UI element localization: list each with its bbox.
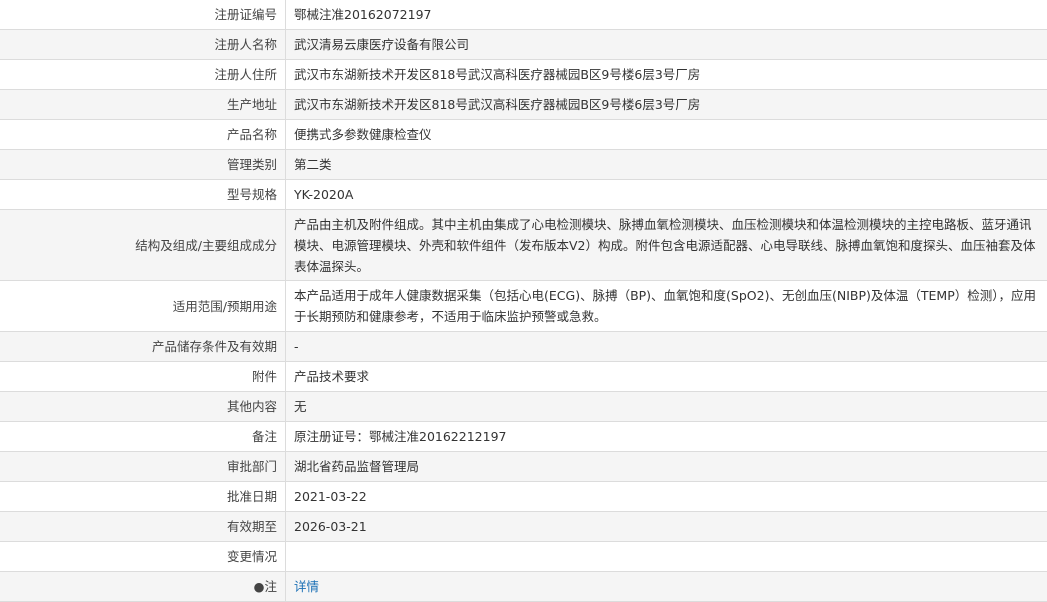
row-note: ●注 详情 <box>0 572 1047 602</box>
label-change-status: 变更情况 <box>0 542 286 572</box>
label-intended-use: 适用范围/预期用途 <box>0 281 286 332</box>
label-approval-date: 批准日期 <box>0 482 286 512</box>
value-change-status <box>286 542 1047 572</box>
label-valid-until: 有效期至 <box>0 512 286 542</box>
value-approval-department: 湖北省药品监督管理局 <box>286 452 1047 482</box>
value-remarks: 原注册证号：鄂械注准20162212197 <box>286 422 1047 452</box>
value-intended-use: 本产品适用于成年人健康数据采集（包括心电(ECG)、脉搏（BP)、血氧饱和度(S… <box>286 281 1047 332</box>
label-registrant-address: 注册人住所 <box>0 60 286 90</box>
value-approval-date: 2021-03-22 <box>286 482 1047 512</box>
label-remarks: 备注 <box>0 422 286 452</box>
value-attachment: 产品技术要求 <box>286 362 1047 392</box>
row-registrant-address: 注册人住所 武汉市东湖新技术开发区818号武汉高科医疗器械园B区9号楼6层3号厂… <box>0 60 1047 90</box>
value-management-category: 第二类 <box>286 150 1047 180</box>
row-remarks: 备注 原注册证号：鄂械注准20162212197 <box>0 422 1047 452</box>
row-management-category: 管理类别 第二类 <box>0 150 1047 180</box>
row-attachment: 附件 产品技术要求 <box>0 362 1047 392</box>
value-registration-number: 鄂械注准20162072197 <box>286 0 1047 30</box>
value-structure-composition: 产品由主机及附件组成。其中主机由集成了心电检测模块、脉搏血氧检测模块、血压检测模… <box>286 210 1047 281</box>
label-note: ●注 <box>0 572 286 602</box>
label-structure-composition: 结构及组成/主要组成成分 <box>0 210 286 281</box>
value-registrant-address: 武汉市东湖新技术开发区818号武汉高科医疗器械园B区9号楼6层3号厂房 <box>286 60 1047 90</box>
value-other-content: 无 <box>286 392 1047 422</box>
value-valid-until: 2026-03-21 <box>286 512 1047 542</box>
value-model-spec: YK-2020A <box>286 180 1047 210</box>
row-structure-composition: 结构及组成/主要组成成分 产品由主机及附件组成。其中主机由集成了心电检测模块、脉… <box>0 210 1047 281</box>
row-valid-until: 有效期至 2026-03-21 <box>0 512 1047 542</box>
value-production-address: 武汉市东湖新技术开发区818号武汉高科医疗器械园B区9号楼6层3号厂房 <box>286 90 1047 120</box>
row-model-spec: 型号规格 YK-2020A <box>0 180 1047 210</box>
row-approval-department: 审批部门 湖北省药品监督管理局 <box>0 452 1047 482</box>
label-approval-department: 审批部门 <box>0 452 286 482</box>
registration-detail-table: 注册证编号 鄂械注准20162072197 注册人名称 武汉清易云康医疗设备有限… <box>0 0 1047 602</box>
row-change-status: 变更情况 <box>0 542 1047 572</box>
value-product-name: 便携式多参数健康检查仪 <box>286 120 1047 150</box>
value-storage-validity: - <box>286 332 1047 362</box>
row-other-content: 其他内容 无 <box>0 392 1047 422</box>
row-production-address: 生产地址 武汉市东湖新技术开发区818号武汉高科医疗器械园B区9号楼6层3号厂房 <box>0 90 1047 120</box>
label-product-name: 产品名称 <box>0 120 286 150</box>
label-management-category: 管理类别 <box>0 150 286 180</box>
row-product-name: 产品名称 便携式多参数健康检查仪 <box>0 120 1047 150</box>
note-cell: 详情 <box>286 572 1047 602</box>
row-intended-use: 适用范围/预期用途 本产品适用于成年人健康数据采集（包括心电(ECG)、脉搏（B… <box>0 281 1047 332</box>
label-model-spec: 型号规格 <box>0 180 286 210</box>
label-registrant-name: 注册人名称 <box>0 30 286 60</box>
label-storage-validity: 产品储存条件及有效期 <box>0 332 286 362</box>
value-registrant-name: 武汉清易云康医疗设备有限公司 <box>286 30 1047 60</box>
row-registration-number: 注册证编号 鄂械注准20162072197 <box>0 0 1047 30</box>
details-link[interactable]: 详情 <box>294 579 319 594</box>
label-production-address: 生产地址 <box>0 90 286 120</box>
row-storage-validity: 产品储存条件及有效期 - <box>0 332 1047 362</box>
label-attachment: 附件 <box>0 362 286 392</box>
row-registrant-name: 注册人名称 武汉清易云康医疗设备有限公司 <box>0 30 1047 60</box>
label-registration-number: 注册证编号 <box>0 0 286 30</box>
row-approval-date: 批准日期 2021-03-22 <box>0 482 1047 512</box>
label-other-content: 其他内容 <box>0 392 286 422</box>
